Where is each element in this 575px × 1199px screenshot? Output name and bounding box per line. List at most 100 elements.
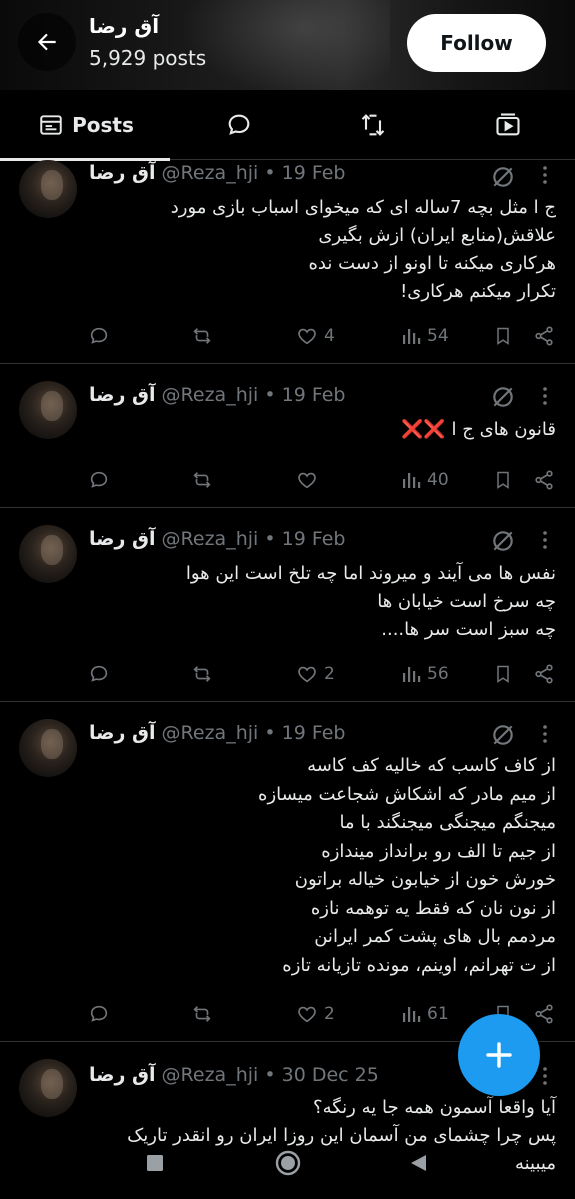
post-date[interactable]: 19 Feb — [282, 162, 346, 184]
system-navigation-bar — [0, 1140, 575, 1190]
avatar[interactable] — [19, 525, 77, 583]
bookmark-button[interactable] — [493, 321, 513, 351]
home-circle-icon[interactable] — [274, 1149, 302, 1177]
post-actions: 40 — [0, 465, 575, 495]
grok-icon[interactable] — [490, 528, 516, 554]
share-button[interactable] — [533, 465, 555, 495]
post-author-handle[interactable]: @Reza_hji — [162, 1064, 259, 1086]
post-text: نفس ها می آیند و میروند اما چه تلخ است ا… — [185, 563, 556, 640]
post-text: از کاف کاسب که خالیه کف کاسه از میم مادر… — [258, 755, 556, 976]
replies-icon — [228, 114, 250, 135]
recents-square-icon[interactable] — [145, 1153, 165, 1173]
reply-icon — [90, 665, 108, 682]
repost-icon — [193, 328, 211, 344]
share-button[interactable] — [533, 659, 555, 689]
repost-button[interactable] — [190, 999, 214, 1029]
back-triangle-icon[interactable] — [407, 1152, 429, 1174]
tab-replies[interactable] — [172, 90, 306, 160]
post-meta: آق رضا @Reza_hji • 19 Feb — [89, 384, 345, 406]
post-date[interactable]: 30 Dec 25 — [282, 1064, 379, 1086]
meta-separator: • — [264, 162, 276, 184]
follow-button[interactable]: Follow — [407, 14, 546, 72]
bookmark-button[interactable] — [493, 659, 513, 689]
post-item[interactable]: آق رضا @Reza_hji • 19 Feb ج ا مثل بچه 7سا… — [0, 160, 575, 364]
like-button[interactable] — [296, 465, 324, 495]
grok-icon[interactable] — [490, 384, 516, 410]
post-meta: آق رضا @Reza_hji • 30 Dec 25 — [89, 1064, 379, 1086]
repost-icon — [193, 1006, 211, 1022]
repost-icon — [193, 666, 211, 682]
views-button[interactable]: 54 — [401, 321, 449, 351]
bookmark-icon — [497, 471, 509, 489]
post-author-handle[interactable]: @Reza_hji — [162, 722, 259, 744]
post-item[interactable]: آق رضا @Reza_hji • 19 Feb قانون های ج ا ❌… — [0, 364, 575, 508]
avatar[interactable] — [19, 719, 77, 777]
like-button[interactable]: 2 — [296, 999, 335, 1029]
heart-icon — [298, 1006, 316, 1023]
post-date[interactable]: 19 Feb — [282, 384, 346, 406]
avatar[interactable] — [19, 160, 77, 218]
like-count: 2 — [324, 1004, 335, 1024]
highlights-icon — [361, 114, 385, 136]
views-icon — [403, 473, 421, 488]
post-author-handle[interactable]: @Reza_hji — [162, 162, 259, 184]
repost-button[interactable] — [190, 659, 214, 689]
arrow-left-icon — [37, 33, 56, 51]
reply-button[interactable] — [88, 321, 110, 351]
post-item[interactable]: آق رضا @Reza_hji • 19 Feb نفس ها می آیند … — [0, 508, 575, 702]
post-author-name[interactable]: آق رضا — [89, 1064, 156, 1086]
views-button[interactable]: 61 — [401, 999, 449, 1029]
share-button[interactable] — [533, 999, 555, 1029]
post-date[interactable]: 19 Feb — [282, 528, 346, 550]
views-button[interactable]: 56 — [401, 659, 449, 689]
post-author-name[interactable]: آق رضا — [89, 528, 156, 550]
heart-icon — [298, 328, 316, 345]
more-options-icon[interactable] — [536, 530, 554, 550]
reply-icon — [90, 471, 108, 488]
post-date[interactable]: 19 Feb — [282, 722, 346, 744]
views-button[interactable]: 40 — [401, 465, 449, 495]
tab-posts-label: Posts — [72, 113, 134, 137]
repost-button[interactable] — [190, 465, 214, 495]
post-author-name[interactable]: آق رضا — [89, 162, 156, 184]
post-author-name[interactable]: آق رضا — [89, 722, 156, 744]
post-author-handle[interactable]: @Reza_hji — [162, 528, 259, 550]
plus-icon — [486, 1042, 512, 1068]
more-options-icon[interactable] — [536, 724, 554, 744]
grok-icon[interactable] — [490, 722, 516, 748]
grok-icon[interactable] — [490, 164, 516, 190]
meta-separator: • — [264, 528, 276, 550]
meta-separator: • — [264, 1064, 276, 1086]
reply-button[interactable] — [88, 659, 110, 689]
like-button[interactable]: 2 — [296, 659, 335, 689]
post-author-name[interactable]: آق رضا — [89, 384, 156, 406]
views-icon — [403, 329, 421, 344]
more-options-icon[interactable] — [536, 165, 554, 185]
back-button[interactable] — [18, 13, 76, 71]
post-author-handle[interactable]: @Reza_hji — [162, 384, 259, 406]
post-actions: 2 56 — [0, 659, 575, 689]
share-icon — [535, 470, 553, 490]
reply-button[interactable] — [88, 465, 110, 495]
tab-posts[interactable]: Posts — [0, 90, 172, 161]
heart-icon — [298, 472, 316, 489]
like-button[interactable]: 4 — [296, 321, 335, 351]
tab-highlights[interactable] — [306, 90, 440, 160]
view-count: 54 — [427, 326, 449, 346]
bookmark-button[interactable] — [493, 465, 513, 495]
reply-button[interactable] — [88, 999, 110, 1029]
share-icon — [535, 326, 553, 346]
more-options-icon[interactable] — [536, 1066, 554, 1086]
profile-header: آق رضا 5,929 posts Follow — [0, 0, 575, 90]
share-icon — [535, 1004, 553, 1024]
like-count: 2 — [324, 664, 335, 684]
more-options-icon[interactable] — [536, 386, 554, 406]
tab-media[interactable] — [440, 90, 575, 160]
share-button[interactable] — [533, 321, 555, 351]
compose-post-button[interactable] — [458, 1014, 540, 1096]
post-text: قانون های ج ا ❌❌ — [400, 419, 556, 440]
repost-button[interactable] — [190, 321, 214, 351]
post-item[interactable]: آق رضا @Reza_hji • 19 Feb از کاف کاسب که … — [0, 702, 575, 1042]
profile-display-name: آق رضا — [89, 14, 160, 38]
avatar[interactable] — [19, 381, 77, 439]
